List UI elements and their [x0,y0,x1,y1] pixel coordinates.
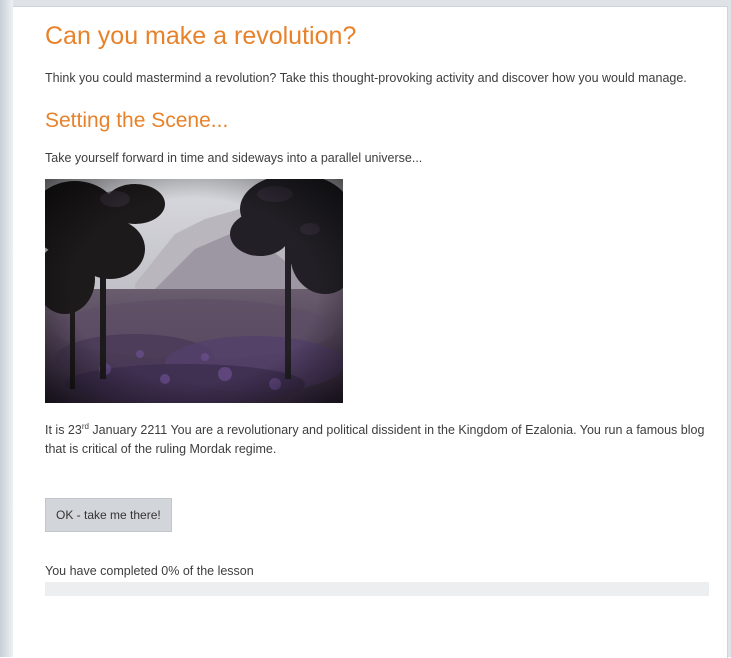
date-ordinal-suffix: rd [81,421,89,431]
lesson-page: Can you make a revolution? Think you cou… [13,6,728,658]
window-frame: Can you make a revolution? Think you cou… [0,0,731,658]
forest-landscape-illustration [45,179,343,403]
scene-paragraph: Take yourself forward in time and sidewa… [45,151,423,165]
story-text-end: January 2211 You are a revolutionary and… [45,423,705,456]
scene-image [45,179,343,403]
progress-label: You have completed 0% of the lesson [45,564,254,578]
page-title: Can you make a revolution? [45,22,357,50]
story-paragraph: It is 23rd January 2211 You are a revolu… [45,421,721,459]
ok-take-me-there-button[interactable]: OK - take me there! [45,498,172,532]
section-heading: Setting the Scene... [45,109,229,132]
intro-paragraph: Think you could mastermind a revolution?… [45,71,687,85]
left-border [0,0,13,657]
lesson-content: Can you make a revolution? Think you cou… [45,19,721,596]
story-text-start: It is 23 [45,423,82,437]
progress-bar [45,582,709,596]
